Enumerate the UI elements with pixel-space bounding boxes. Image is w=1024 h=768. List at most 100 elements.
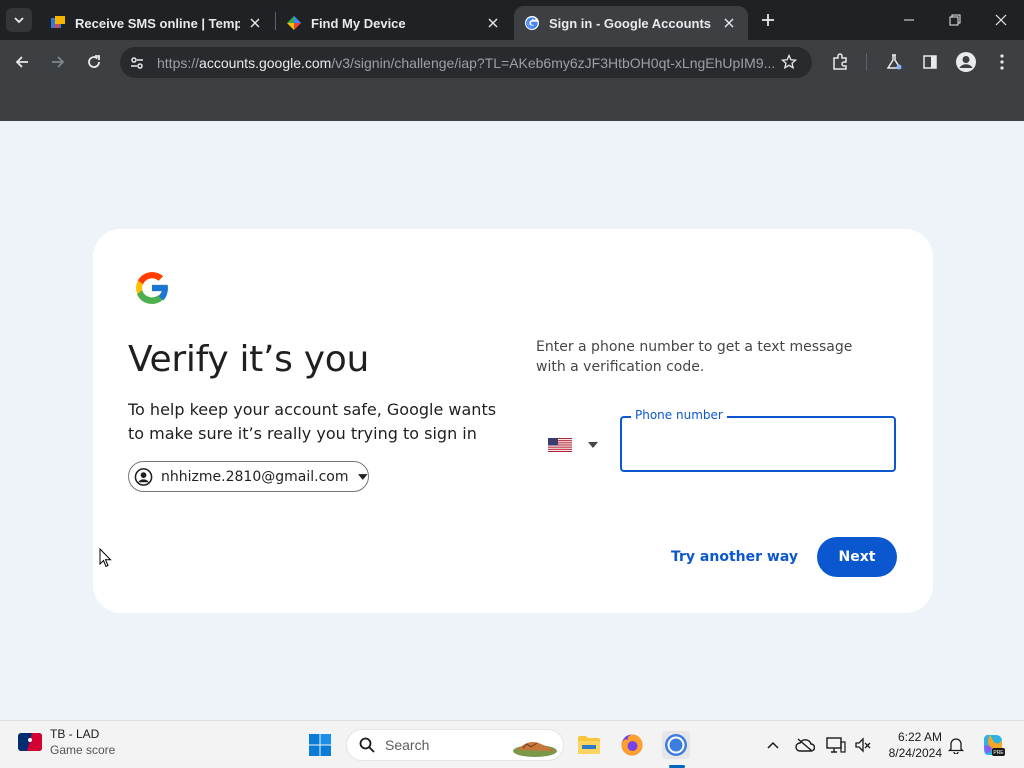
firefox-icon [621, 734, 643, 756]
search-highlight-image [513, 742, 557, 757]
restore-button[interactable] [932, 0, 978, 40]
copilot-icon: PRE [984, 734, 1005, 756]
search-placeholder: Search [385, 737, 430, 753]
bell-icon [948, 738, 964, 754]
close-icon[interactable] [246, 14, 264, 32]
verify-card: Verify it’s you To help keep your accoun… [93, 229, 933, 613]
copilot-button[interactable]: PRE [980, 732, 1006, 758]
folder-icon [578, 736, 600, 754]
country-selector[interactable] [548, 433, 608, 457]
account-chooser[interactable]: nhhizme.2810@gmail.com [128, 461, 369, 492]
us-flag-icon [548, 438, 572, 452]
toolbar-divider [866, 53, 867, 71]
taskbar-search[interactable]: Search [346, 729, 564, 761]
tab-receive-sms[interactable]: Receive SMS online | Temporary [40, 6, 274, 40]
arrow-right-icon [52, 56, 65, 68]
phone-number-label: Phone number [631, 408, 727, 422]
labs-button[interactable] [882, 50, 906, 74]
windows-logo-icon [309, 734, 331, 756]
tab-search-button[interactable] [6, 8, 32, 32]
restore-icon [949, 14, 961, 26]
site-settings-icon[interactable] [129, 55, 145, 71]
notifications-button[interactable] [946, 735, 966, 755]
volume-muted-icon [855, 737, 871, 753]
phone-number-input[interactable] [634, 432, 884, 456]
bookmarks-bar [0, 84, 1024, 121]
side-panel-icon [923, 55, 937, 69]
file-explorer-button[interactable] [575, 731, 603, 759]
next-button[interactable]: Next [817, 537, 897, 577]
onedrive-tray-icon[interactable] [795, 735, 815, 755]
caret-down-icon [358, 473, 368, 480]
widget-subtitle: Game score [50, 743, 116, 757]
chrome-icon [665, 734, 687, 756]
chevron-down-icon [14, 17, 24, 24]
close-window-button[interactable] [978, 0, 1024, 40]
url-host: accounts.google.com [199, 55, 332, 71]
extensions-button[interactable] [828, 50, 852, 74]
bookmark-star-icon[interactable] [781, 54, 797, 70]
widget-title: TB - LAD [50, 727, 100, 741]
kebab-menu-icon [1000, 54, 1004, 70]
page-title: Verify it’s you [128, 339, 369, 380]
chrome-taskbar-button[interactable] [662, 731, 690, 759]
phone-number-field[interactable] [620, 416, 896, 472]
side-panel-button[interactable] [918, 50, 942, 74]
minimize-button[interactable] [886, 0, 932, 40]
try-another-way-button[interactable]: Try another way [659, 537, 810, 577]
sms-site-favicon [51, 16, 65, 28]
google-favicon [525, 16, 539, 30]
search-icon [359, 737, 375, 753]
verify-description: To help keep your account safe, Google w… [128, 400, 497, 443]
back-button[interactable] [10, 50, 34, 74]
tab-strip: Receive SMS online | Temporary Find My D… [0, 0, 1024, 40]
profile-button[interactable] [954, 50, 978, 74]
cloud-offline-icon [795, 738, 815, 752]
avatar-icon [956, 52, 976, 72]
close-icon[interactable] [720, 14, 738, 32]
forward-button[interactable] [46, 50, 70, 74]
clock-time: 6:22 AM [897, 730, 942, 744]
display-network-icon [826, 737, 846, 753]
clock-date: 8/24/2024 [888, 746, 942, 760]
caret-down-icon [588, 442, 598, 448]
mouse-cursor-icon [99, 548, 112, 568]
sports-widget[interactable]: TB - LAD Game score [18, 727, 115, 757]
tab-title: Find My Device [311, 15, 406, 31]
url-scheme: https:// [157, 55, 200, 71]
reload-button[interactable] [82, 50, 106, 74]
svg-text:PRE: PRE [993, 750, 1004, 756]
tab-find-my-device[interactable]: Find My Device [276, 6, 512, 40]
close-icon [995, 14, 1007, 26]
url-path: /v3/signin/challenge/iap?TL=AKeb6my6zJF3… [331, 55, 776, 71]
system-clock[interactable]: 6:22 AM 8/24/2024 [880, 729, 942, 761]
url-text[interactable]: https://accounts.google.com/v3/signin/ch… [157, 55, 777, 71]
flask-icon [886, 54, 902, 70]
close-icon[interactable] [484, 14, 502, 32]
windows-taskbar: TB - LAD Game score Search 6:22 AM 8/24/… [0, 720, 1024, 768]
tab-title: Sign in - Google Accounts [549, 15, 712, 31]
reload-icon [88, 55, 100, 68]
account-email: nhhizme.2810@gmail.com [161, 468, 349, 485]
tab-google-sign-in[interactable]: Sign in - Google Accounts [514, 6, 748, 40]
firefox-button[interactable] [618, 731, 646, 759]
address-bar[interactable]: https://accounts.google.com/v3/signin/ch… [120, 47, 812, 78]
account-circle-icon [134, 467, 153, 486]
phone-instructions: Enter a phone number to get a text messa… [536, 339, 853, 375]
browser-toolbar: https://accounts.google.com/v3/signin/ch… [0, 40, 1024, 84]
network-tray-icon[interactable] [826, 735, 846, 755]
plus-icon [762, 14, 774, 26]
show-hidden-icons-button[interactable] [763, 735, 783, 755]
start-button[interactable] [306, 731, 334, 759]
chevron-up-icon [767, 741, 779, 749]
menu-button[interactable] [990, 50, 1014, 74]
new-tab-button[interactable] [756, 8, 780, 32]
minimize-icon [904, 19, 914, 21]
puzzle-icon [833, 53, 847, 70]
google-logo-icon [136, 272, 170, 304]
arrow-left-icon [15, 56, 28, 68]
page-viewport: Verify it’s you To help keep your accoun… [0, 121, 1024, 720]
sound-tray-icon[interactable] [853, 735, 873, 755]
tab-title: Receive SMS online | Temporary [75, 15, 240, 31]
find-my-device-favicon [287, 16, 301, 30]
